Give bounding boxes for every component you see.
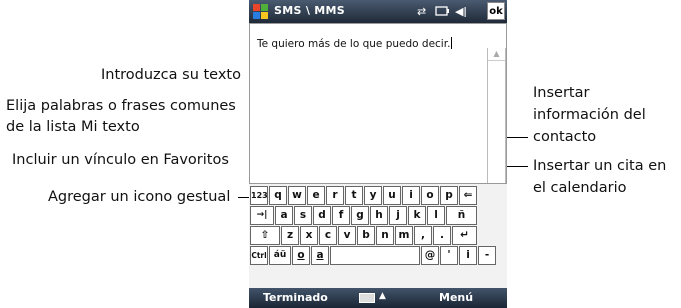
key-o[interactable]: o	[421, 186, 439, 205]
callout-my-text-line2: de la lista Mi texto	[6, 119, 140, 135]
key-shift[interactable]: ⇧	[250, 226, 280, 245]
key-n-tilde[interactable]: ñ	[446, 206, 477, 225]
key-backspace[interactable]: ⇐	[459, 186, 477, 205]
key-l[interactable]: l	[427, 206, 445, 225]
message-text: Te quiero más de lo que puedo decir.	[257, 37, 453, 50]
key-ordinal-o[interactable]: o	[292, 246, 310, 265]
callout-contact-line1: Insertar	[533, 85, 590, 101]
key-g[interactable]: g	[351, 206, 369, 225]
scroll-up-icon[interactable]: ▲	[488, 48, 505, 61]
key-tab[interactable]: →|	[250, 206, 274, 225]
key-c[interactable]: c	[319, 226, 337, 245]
key-z[interactable]: z	[281, 226, 299, 245]
key-ctrl[interactable]: Ctrl	[250, 246, 268, 265]
ok-button[interactable]: ok	[487, 2, 505, 20]
title-bar: SMS \ MMS ⇄ ◀ǀ ok	[249, 0, 507, 23]
key-u[interactable]: u	[383, 186, 401, 205]
app-title: SMS \ MMS	[274, 4, 345, 17]
key-at[interactable]: @	[421, 246, 439, 265]
key-w[interactable]: w	[288, 186, 306, 205]
phone-screen: SMS \ MMS ⇄ ◀ǀ ok Te quiero más de lo qu…	[249, 0, 507, 308]
key-h[interactable]: h	[370, 206, 388, 225]
battery-icon[interactable]	[435, 5, 449, 17]
callout-calendar-line2: el calendario	[533, 180, 627, 196]
key-f[interactable]: f	[332, 206, 350, 225]
softkey-done[interactable]: Terminado	[263, 291, 328, 304]
callout-contact-line3: contacto	[533, 129, 597, 145]
key-p[interactable]: p	[440, 186, 458, 205]
keyboard-icon[interactable]	[359, 293, 375, 303]
callout-calendar-line1: Insertar un cita en	[533, 158, 667, 174]
key-y[interactable]: y	[364, 186, 382, 205]
key-d[interactable]: d	[313, 206, 331, 225]
softkey-bar: Terminado ▲ Menú	[249, 288, 507, 308]
text-caret	[451, 37, 453, 49]
key-i[interactable]: i	[402, 186, 420, 205]
key-b[interactable]: b	[357, 226, 375, 245]
key-v[interactable]: v	[338, 226, 356, 245]
key-m[interactable]: m	[395, 226, 413, 245]
windows-start-icon[interactable]	[252, 3, 269, 20]
input-menu-arrow-icon[interactable]: ▲	[379, 291, 386, 301]
key-enter[interactable]: ↵	[452, 226, 477, 245]
key-apostrophe[interactable]: '	[440, 246, 458, 265]
soft-keyboard: 123 q w e r t y u i o p ⇐ →| a s d f g h…	[249, 183, 507, 289]
key-q[interactable]: q	[269, 186, 287, 205]
callout-favorites: Incluir un vínculo en Favoritos	[12, 152, 229, 168]
key-accents[interactable]: áü	[269, 246, 291, 265]
message-text-value: Te quiero más de lo que puedo decir.	[257, 38, 451, 50]
volume-icon[interactable]: ◀ǀ	[455, 5, 467, 18]
callout-enter-text: Introduzca su texto	[101, 67, 241, 83]
key-inverted-exclamation[interactable]: i	[459, 246, 477, 265]
key-period[interactable]: .	[433, 226, 451, 245]
callout-my-text-line1: Elija palabras o frases comunes	[6, 98, 236, 114]
key-t[interactable]: t	[345, 186, 363, 205]
callout-emoticon: Agregar un icono gestual	[48, 189, 231, 205]
key-e[interactable]: e	[307, 186, 325, 205]
key-r[interactable]: r	[326, 186, 344, 205]
key-space[interactable]	[330, 246, 420, 265]
key-n[interactable]: n	[376, 226, 394, 245]
key-a[interactable]: a	[275, 206, 293, 225]
key-dash[interactable]: -	[478, 246, 496, 265]
key-ordinal-a[interactable]: a	[311, 246, 329, 265]
connectivity-icon[interactable]: ⇄	[417, 5, 426, 18]
key-j[interactable]: j	[389, 206, 407, 225]
key-x[interactable]: x	[300, 226, 318, 245]
key-s[interactable]: s	[294, 206, 312, 225]
softkey-menu[interactable]: Menú	[439, 291, 473, 304]
key-123[interactable]: 123	[250, 186, 268, 205]
callout-contact-line2: información del	[533, 107, 646, 123]
key-k[interactable]: k	[408, 206, 426, 225]
key-comma[interactable]: ,	[414, 226, 432, 245]
